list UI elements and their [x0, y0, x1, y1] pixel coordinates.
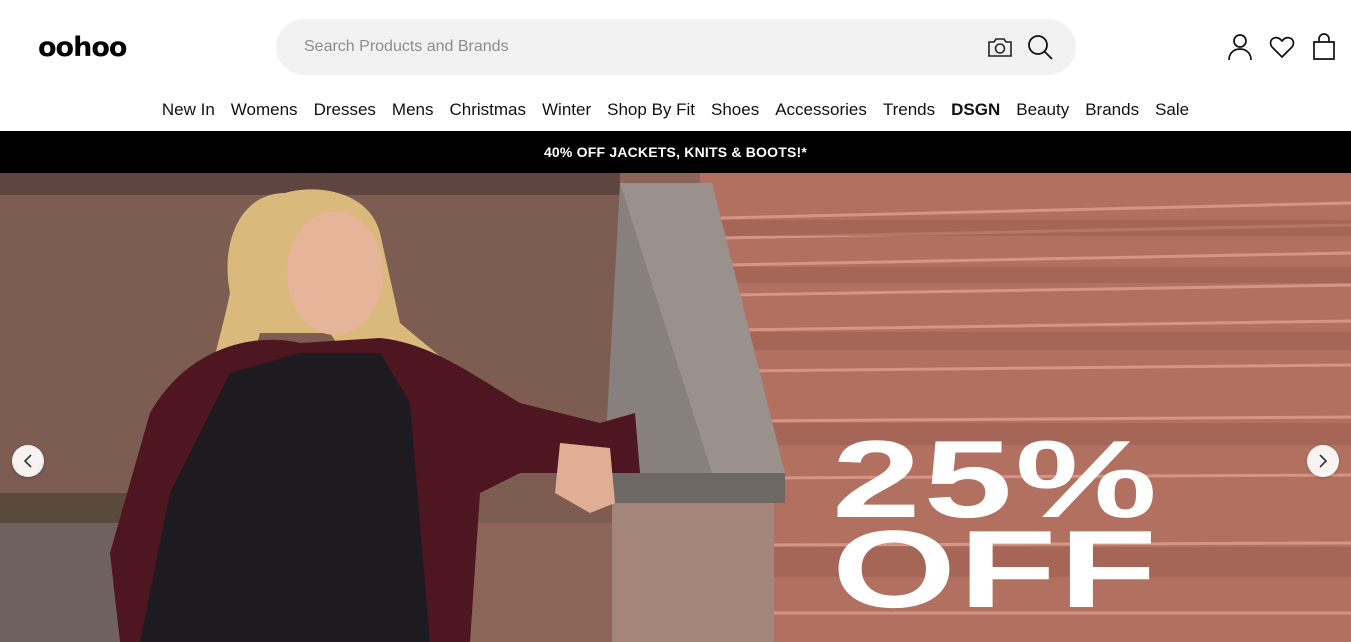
- header-actions: [1227, 30, 1337, 64]
- nav-item-beauty[interactable]: Beauty: [1016, 96, 1069, 126]
- chevron-left-icon: [23, 454, 32, 468]
- chevron-right-icon: [1319, 454, 1328, 468]
- nav-item-mens[interactable]: Mens: [392, 96, 434, 126]
- nav-item-dsgn[interactable]: DSGN: [951, 96, 1000, 126]
- nav-item-new-in[interactable]: New In: [162, 96, 215, 126]
- nav-item-womens[interactable]: Womens: [231, 96, 298, 126]
- nav-item-dresses[interactable]: Dresses: [314, 96, 376, 126]
- nav-item-accessories[interactable]: Accessories: [775, 96, 867, 126]
- site-header: oohoo Search Products and Brands New In …: [0, 0, 1351, 131]
- hero-headline-line2: OFF: [832, 508, 1160, 631]
- nav-item-christmas[interactable]: Christmas: [450, 96, 527, 126]
- nav-item-trends[interactable]: Trends: [883, 96, 935, 126]
- shopping-bag-icon[interactable]: [1311, 32, 1337, 62]
- main-nav: New In Womens Dresses Mens Christmas Win…: [0, 96, 1351, 126]
- promo-banner[interactable]: 40% OFF JACKETS, KNITS & BOOTS!*: [0, 131, 1351, 173]
- hero-headline: 25% OFF: [832, 425, 1160, 631]
- search-input[interactable]: Search Products and Brands: [304, 19, 509, 75]
- account-icon[interactable]: [1227, 32, 1253, 62]
- hero-carousel[interactable]: 25% OFF: [0, 173, 1351, 642]
- nav-item-shop-by-fit[interactable]: Shop By Fit: [607, 96, 695, 126]
- search-icon[interactable]: [1026, 33, 1054, 61]
- nav-item-sale[interactable]: Sale: [1155, 96, 1189, 126]
- wishlist-heart-icon[interactable]: [1269, 32, 1295, 62]
- brand-logo[interactable]: oohoo: [38, 28, 127, 68]
- carousel-next-button[interactable]: [1307, 445, 1339, 477]
- search-bar[interactable]: Search Products and Brands: [276, 19, 1076, 75]
- nav-item-winter[interactable]: Winter: [542, 96, 591, 126]
- camera-icon[interactable]: [986, 35, 1014, 59]
- carousel-prev-button[interactable]: [12, 445, 44, 477]
- nav-item-shoes[interactable]: Shoes: [711, 96, 759, 126]
- nav-item-brands[interactable]: Brands: [1085, 96, 1139, 126]
